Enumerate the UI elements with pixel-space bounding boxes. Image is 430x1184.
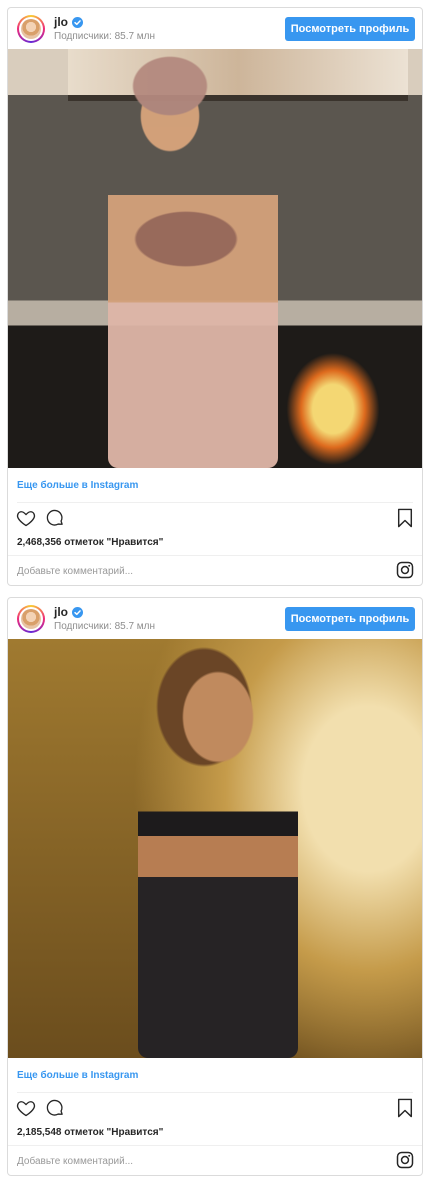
more-on-instagram-link[interactable]: Еще больше в Instagram — [17, 1070, 138, 1081]
divider — [8, 1145, 422, 1146]
view-profile-button[interactable]: Посмотреть профиль — [285, 607, 415, 631]
followers-count: Подписчики: 85.7 млн — [54, 31, 156, 42]
comment-icon[interactable] — [45, 508, 65, 528]
heart-icon[interactable] — [16, 508, 36, 528]
action-bar — [8, 508, 422, 532]
username-row[interactable]: jlo — [54, 605, 83, 619]
comment-input[interactable] — [17, 1151, 377, 1171]
comment-icon[interactable] — [45, 1098, 65, 1118]
more-on-instagram-link[interactable]: Еще больше в Instagram — [17, 480, 138, 491]
username[interactable]: jlo — [54, 15, 68, 29]
image-subject — [138, 647, 298, 1058]
username-row[interactable]: jlo — [54, 15, 83, 29]
post-image[interactable] — [8, 49, 422, 468]
instagram-logo-icon[interactable] — [396, 1151, 414, 1169]
divider — [17, 1092, 413, 1093]
avatar-image — [21, 19, 41, 39]
view-profile-button[interactable]: Посмотреть профиль — [285, 17, 415, 41]
bookmark-icon[interactable] — [396, 1098, 414, 1118]
divider — [8, 555, 422, 556]
avatar-ring — [19, 607, 43, 631]
action-bar — [8, 1098, 422, 1122]
avatar-image — [21, 609, 41, 629]
post-header: jlo Подписчики: 85.7 млн Посмотреть проф… — [8, 8, 422, 49]
verified-badge-icon — [72, 16, 83, 28]
username[interactable]: jlo — [54, 605, 68, 619]
likes-count[interactable]: 2,185,548 отметок "Нравится" — [17, 1127, 163, 1138]
heart-icon[interactable] — [16, 1098, 36, 1118]
instagram-logo-icon[interactable] — [396, 561, 414, 579]
divider — [17, 502, 413, 503]
avatar[interactable] — [17, 15, 45, 43]
instagram-embed-post-2: jlo Подписчики: 85.7 млн Посмотреть проф… — [7, 597, 423, 1176]
avatar[interactable] — [17, 605, 45, 633]
avatar-ring — [19, 17, 43, 41]
followers-count: Подписчики: 85.7 млн — [54, 621, 156, 632]
image-subject — [108, 54, 278, 468]
bookmark-icon[interactable] — [396, 508, 414, 528]
post-header: jlo Подписчики: 85.7 млн Посмотреть проф… — [8, 598, 422, 639]
comment-input[interactable] — [17, 561, 377, 581]
likes-count[interactable]: 2,468,356 отметок "Нравится" — [17, 537, 163, 548]
instagram-embed-post-1: jlo Подписчики: 85.7 млн Посмотреть проф… — [7, 7, 423, 586]
verified-badge-icon — [72, 606, 83, 618]
post-image[interactable] — [8, 639, 422, 1058]
